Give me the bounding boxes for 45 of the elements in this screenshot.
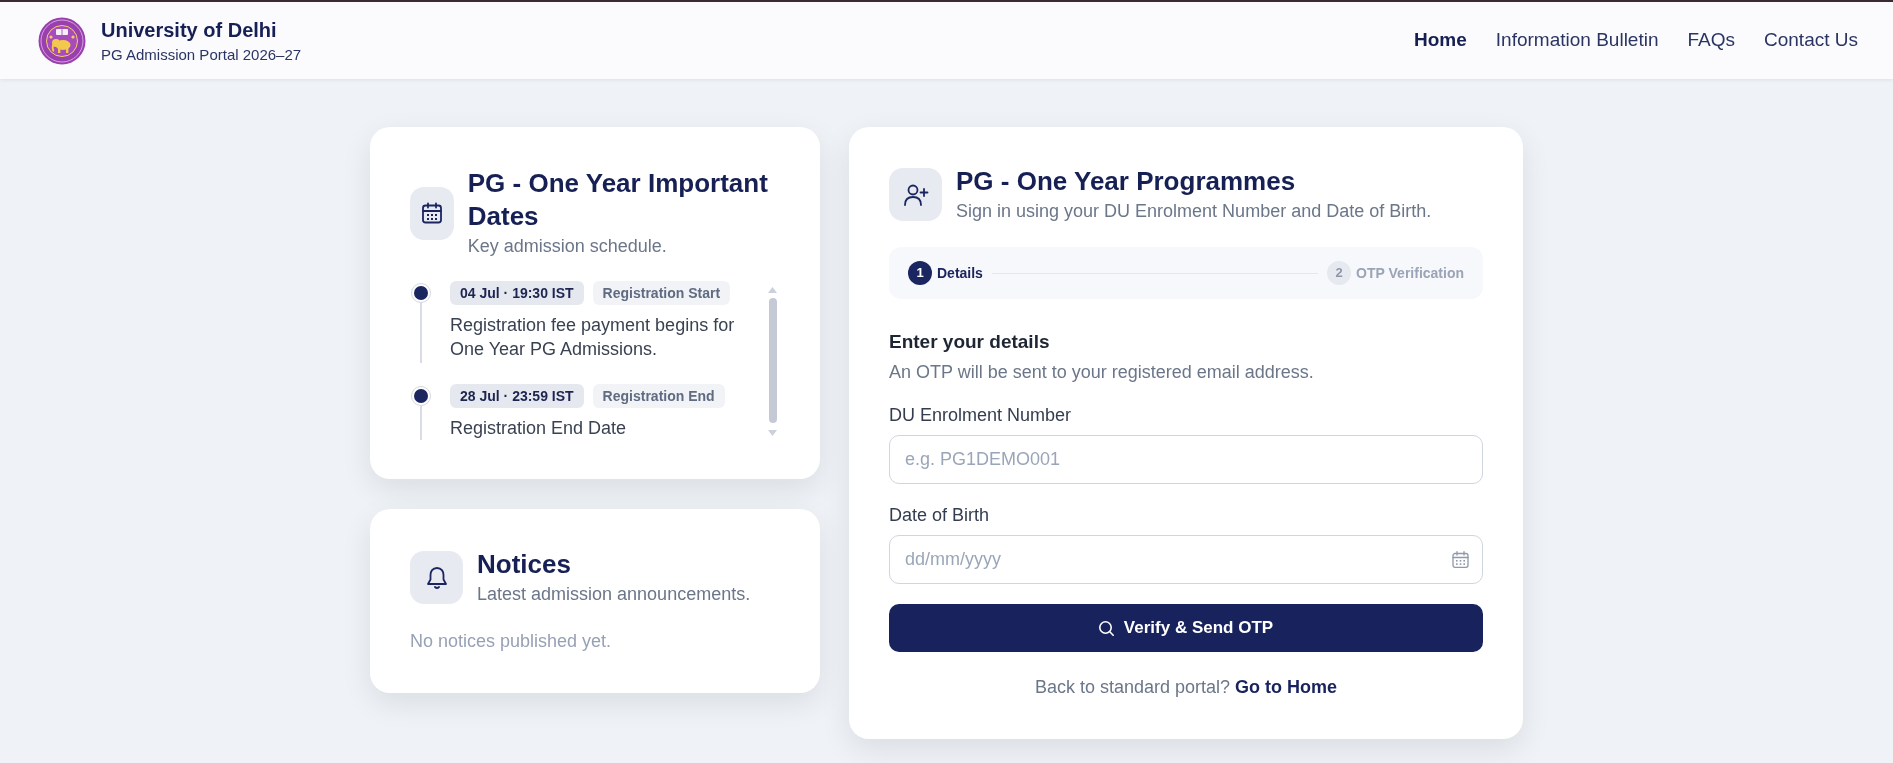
emblem-icon [38,16,86,65]
card-title: PG - One Year Programmes [956,165,1297,198]
input-field[interactable]: e.g. PG1DEMO001 [889,435,1483,484]
site-title: University of Delhi [101,17,278,43]
field-label: DU Enrolment Number [889,404,1073,426]
go-to-home-link[interactable]: Go to Home [1235,677,1338,697]
step-number: 1 [908,261,932,285]
nav-link[interactable]: Contact Us [1764,26,1858,55]
event-description: Registration End Date [450,417,628,440]
field-label: Date of Birth [889,504,991,526]
timeline-dot-icon [411,386,431,406]
site-subtitle: PG Admission Portal 2026–27 [101,44,302,65]
form-hint: An OTP will be sent to your registered email address. [889,361,1315,384]
card-subtitle: Latest admission announcements. [477,583,751,606]
card-title: Notices [477,548,572,581]
step-label: Details [937,263,983,283]
search-icon [1098,620,1114,636]
card-subtitle: Sign in using your DU Enrolment Number and Date of Birth. [956,200,1432,223]
timeline-line [420,406,422,440]
nav-link[interactable]: Information Bulletin [1495,26,1659,55]
bell-icon [410,551,463,604]
date-tag: 04 Jul · 19:30 IST [450,281,584,305]
event-description: Registration fee payment begins for One Year PG Admissions. [450,314,736,361]
timeline-dot-icon [411,283,431,303]
nav-link[interactable]: Home [1414,26,1467,55]
event-tag: Registration Start [592,281,731,305]
scroll-up-arrow-icon[interactable] [768,287,777,293]
scrollbar-thumb[interactable] [768,298,777,423]
step-label: OTP Verification [1356,263,1464,283]
date-field[interactable]: dd/mm/yyyy [889,535,1483,584]
user-plus-icon [889,168,942,221]
verify-send-otp-button[interactable]: Verify & Send OTP [889,604,1483,652]
back-to-portal-text: Back to standard portal? Go to Home [1033,676,1339,699]
scroll-down-arrow-icon[interactable] [768,430,777,436]
calendar-icon [410,186,454,240]
card-subtitle: Key admission schedule. [467,235,668,258]
date-tag: 28 Jul · 23:59 IST [450,384,584,408]
empty-notices-message: No notices published yet. [410,630,613,653]
card-title: PG - One Year Important Dates [467,167,769,233]
timeline-line [420,303,422,363]
nav-link[interactable]: FAQs [1687,26,1735,55]
event-tag: Registration End [592,384,725,408]
step-number: 2 [1327,261,1352,285]
form-heading: Enter your details [889,330,1051,354]
calendar-icon[interactable] [1452,551,1469,568]
